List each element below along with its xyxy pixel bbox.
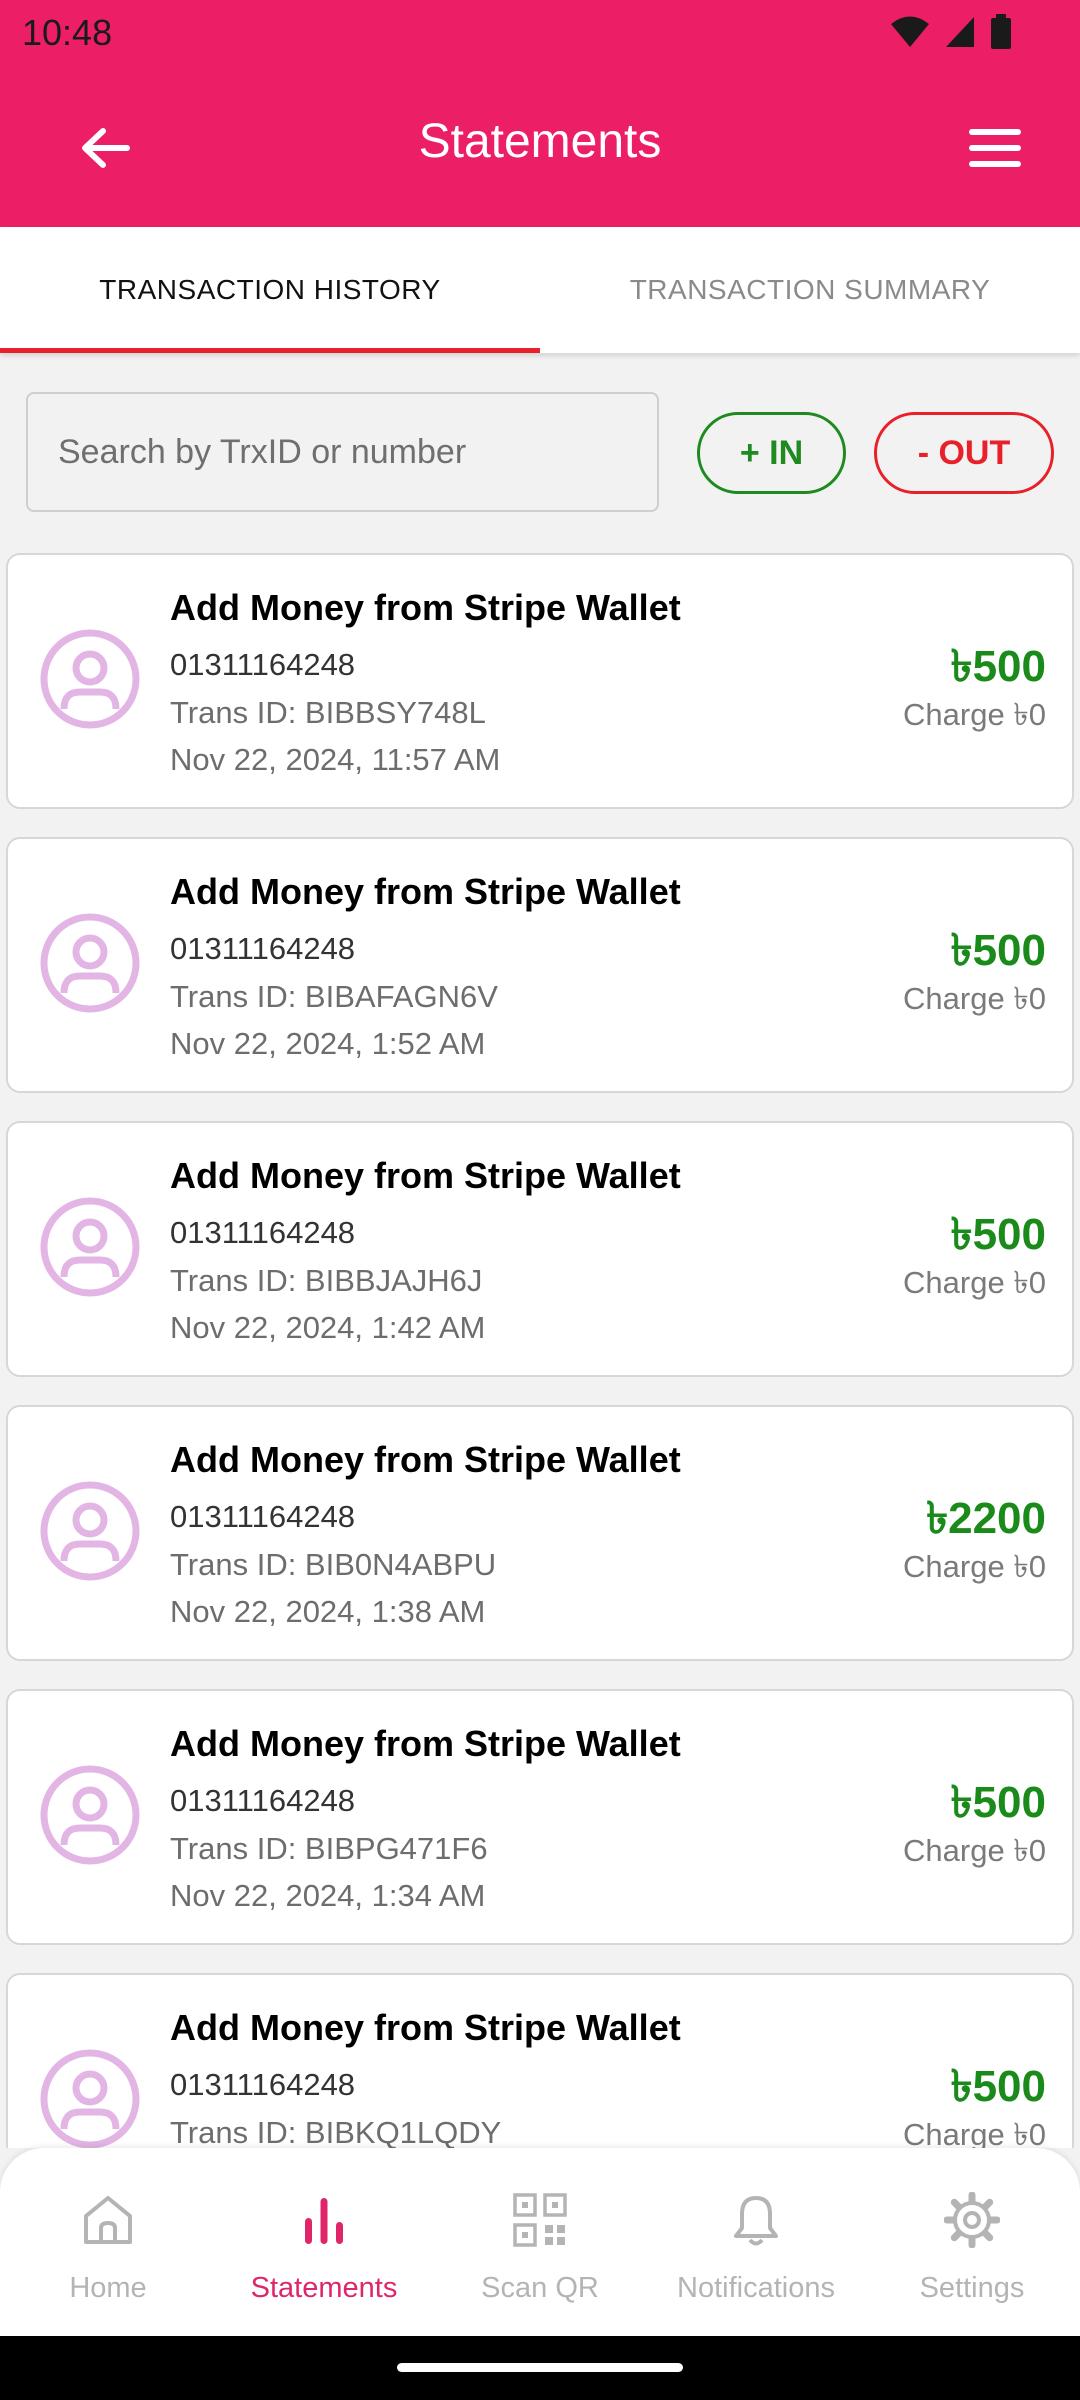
search-input[interactable]: Search by TrxID or number [26, 392, 659, 512]
page-title: Statements [418, 115, 662, 168]
bar-chart-icon [305, 2198, 343, 2244]
menu-button[interactable] [950, 108, 1040, 188]
bell-icon [734, 2196, 778, 2246]
transaction-date: Nov 22, 2024, 1:34 AM [170, 1878, 486, 1913]
home-icon [84, 2196, 132, 2244]
transaction-number: 01311164248 [170, 2067, 356, 2102]
transaction-list[interactable]: Add Money from Stripe Wallet 01311164248… [0, 553, 1080, 2148]
user-avatar-icon [40, 629, 140, 729]
transaction-id: Trans ID: BIBBSY748L [170, 695, 486, 730]
transaction-number: 01311164248 [170, 931, 356, 966]
transaction-id: Trans ID: BIB0N4ABPU [170, 1547, 497, 1582]
transaction-title: Add Money from Stripe Wallet [170, 1439, 681, 1480]
filter-in-button[interactable]: + IN [697, 412, 846, 494]
gear-icon [944, 2192, 1000, 2248]
system-gesture-bar [0, 2336, 1080, 2400]
transaction-card[interactable]: Add Money from Stripe Wallet 01311164248… [6, 1121, 1074, 1377]
transaction-number: 01311164248 [170, 1215, 356, 1250]
transaction-number: 01311164248 [170, 647, 356, 682]
transaction-title: Add Money from Stripe Wallet [170, 1155, 681, 1196]
transaction-id: Trans ID: BIBAFAGN6V [170, 979, 498, 1014]
transaction-id: Trans ID: BIBBJAJH6J [170, 1263, 483, 1298]
transaction-card[interactable]: Add Money from Stripe Wallet 01311164248… [6, 1973, 1074, 2148]
transaction-card[interactable]: Add Money from Stripe Wallet 01311164248… [6, 1405, 1074, 1661]
transaction-title: Add Money from Stripe Wallet [170, 587, 681, 628]
nav-label-scan-qr: Scan QR [481, 2272, 599, 2304]
nav-label-home: Home [69, 2272, 147, 2304]
transaction-title: Add Money from Stripe Wallet [170, 871, 681, 912]
transaction-charge: Charge ৳0 [903, 697, 1046, 732]
tab-transaction-history[interactable]: TRANSACTION HISTORY [0, 227, 540, 353]
nav-item-statements[interactable]: Statements [216, 2148, 432, 2336]
transaction-charge: Charge ৳0 [903, 1833, 1046, 1868]
user-avatar-icon [40, 1197, 140, 1297]
transaction-charge: Charge ৳0 [903, 1549, 1046, 1584]
tab-bar: TRANSACTION HISTORY TRANSACTION SUMMARY [0, 227, 1080, 353]
gesture-handle[interactable] [397, 2363, 683, 2372]
user-avatar-icon [40, 2049, 140, 2148]
nav-item-settings[interactable]: Settings [864, 2148, 1080, 2336]
signal-icon [946, 17, 974, 47]
nav-label-notifications: Notifications [677, 2272, 835, 2304]
qr-code-icon [513, 2193, 567, 2247]
hamburger-menu-icon [969, 129, 1021, 167]
nav-item-scan-qr[interactable]: Scan QR [432, 2148, 648, 2336]
transaction-id: Trans ID: BIBPG471F6 [170, 1831, 488, 1866]
transaction-charge: Charge ৳0 [903, 2117, 1046, 2148]
transaction-date: Nov 22, 2024, 1:38 AM [170, 1594, 486, 1629]
transaction-id: Trans ID: BIBKQ1LQDY [170, 2115, 502, 2148]
transaction-card[interactable]: Add Money from Stripe Wallet 01311164248… [6, 553, 1074, 809]
transaction-card[interactable]: Add Money from Stripe Wallet 01311164248… [6, 837, 1074, 1093]
transaction-date: Nov 22, 2024, 1:52 AM [170, 1026, 486, 1061]
user-avatar-icon [40, 913, 140, 1013]
user-avatar-icon [40, 1765, 140, 1865]
nav-item-home[interactable]: Home [0, 2148, 216, 2336]
transaction-date: Nov 22, 2024, 1:42 AM [170, 1310, 486, 1345]
filter-out-button[interactable]: - OUT [874, 412, 1054, 494]
bottom-nav: Home Statements Scan QR Notifications Se… [0, 2148, 1080, 2336]
nav-label-settings: Settings [919, 2272, 1025, 2304]
transaction-charge: Charge ৳0 [903, 1265, 1046, 1300]
status-bar: 10:48 [0, 0, 1080, 64]
transaction-date: Nov 22, 2024, 11:57 AM [170, 742, 501, 777]
tab-transaction-summary[interactable]: TRANSACTION SUMMARY [540, 227, 1080, 353]
transaction-title: Add Money from Stripe Wallet [170, 2007, 681, 2048]
transaction-charge: Charge ৳0 [903, 981, 1046, 1016]
transaction-number: 01311164248 [170, 1783, 356, 1818]
battery-icon [991, 14, 1011, 49]
active-tab-indicator [0, 348, 540, 353]
transaction-title: Add Money from Stripe Wallet [170, 1723, 681, 1764]
nav-label-statements: Statements [250, 2272, 398, 2304]
nav-item-notifications[interactable]: Notifications [648, 2148, 864, 2336]
status-time: 10:48 [22, 12, 113, 53]
user-avatar-icon [40, 1481, 140, 1581]
transaction-number: 01311164248 [170, 1499, 356, 1534]
transaction-card[interactable]: Add Money from Stripe Wallet 01311164248… [6, 1689, 1074, 1945]
app-bar: Statements [0, 64, 1080, 227]
wifi-icon [891, 16, 929, 47]
status-icons [890, 14, 1012, 50]
